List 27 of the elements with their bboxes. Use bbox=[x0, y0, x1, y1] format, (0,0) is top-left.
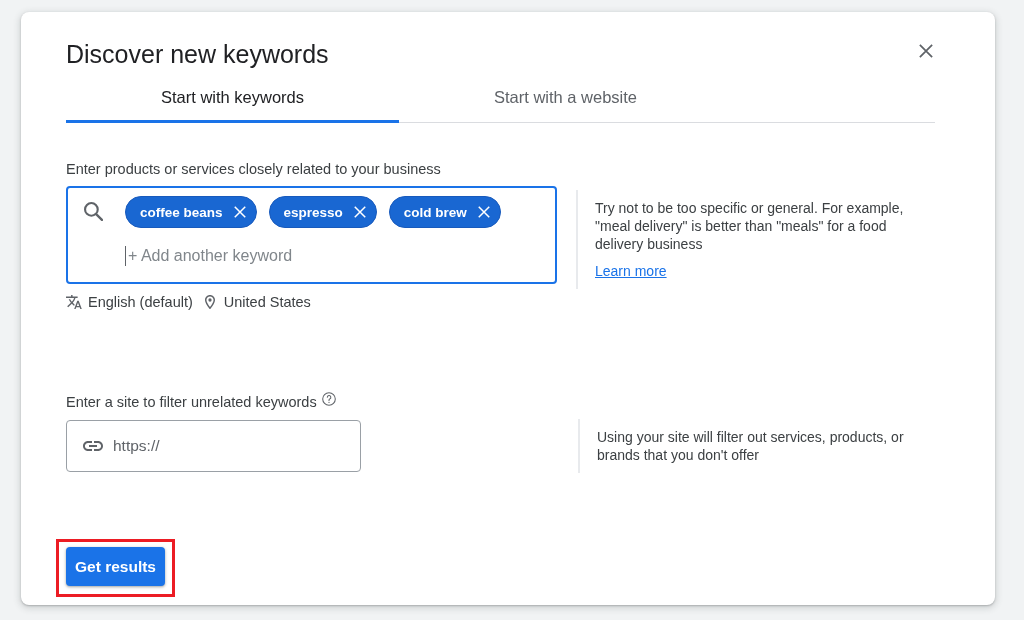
help-icon[interactable] bbox=[321, 392, 336, 406]
link-icon bbox=[83, 441, 103, 451]
keyword-input[interactable]: + Add another keyword bbox=[126, 245, 543, 267]
search-icon bbox=[84, 202, 103, 221]
tab[interactable]: Start with a website bbox=[399, 73, 732, 123]
tab[interactable]: Start with keywords bbox=[66, 73, 399, 123]
keyword-chip[interactable]: espresso bbox=[268, 196, 377, 228]
learn-more-link[interactable]: Learn more bbox=[595, 263, 667, 279]
dialog-title: Discover new keywords bbox=[66, 39, 329, 69]
hint-text: Using your site will filter out services, products, or brands that you don't offer bbox=[597, 428, 905, 464]
location-button[interactable]: United States bbox=[204, 292, 311, 312]
keyword-chip[interactable]: coffee beans bbox=[125, 196, 257, 228]
close-icon[interactable] bbox=[353, 206, 366, 218]
field-label: Enter a site to filter unrelated keywords bbox=[66, 393, 317, 412]
hint-text: Try not to be too specific or general. For example, "meal delivery" is better than "meals" for a food delivery business bbox=[595, 199, 905, 253]
keyword-chip[interactable]: cold brew bbox=[388, 196, 501, 228]
translate-icon bbox=[66, 294, 82, 310]
close-icon[interactable] bbox=[477, 206, 490, 218]
keyword-field[interactable]: coffee beans espresso cold brew + Add another keyword bbox=[66, 186, 557, 284]
close-icon bbox=[919, 44, 933, 58]
location-pin-icon bbox=[204, 294, 215, 310]
close-icon[interactable] bbox=[233, 206, 246, 218]
text-cursor-icon bbox=[125, 246, 126, 266]
language-button[interactable]: English (default) bbox=[66, 292, 193, 312]
get-results-button[interactable]: Get results bbox=[66, 547, 165, 586]
url-field[interactable]: https:// bbox=[66, 420, 361, 472]
field-label: Enter products or services closely related to your business bbox=[66, 160, 442, 179]
